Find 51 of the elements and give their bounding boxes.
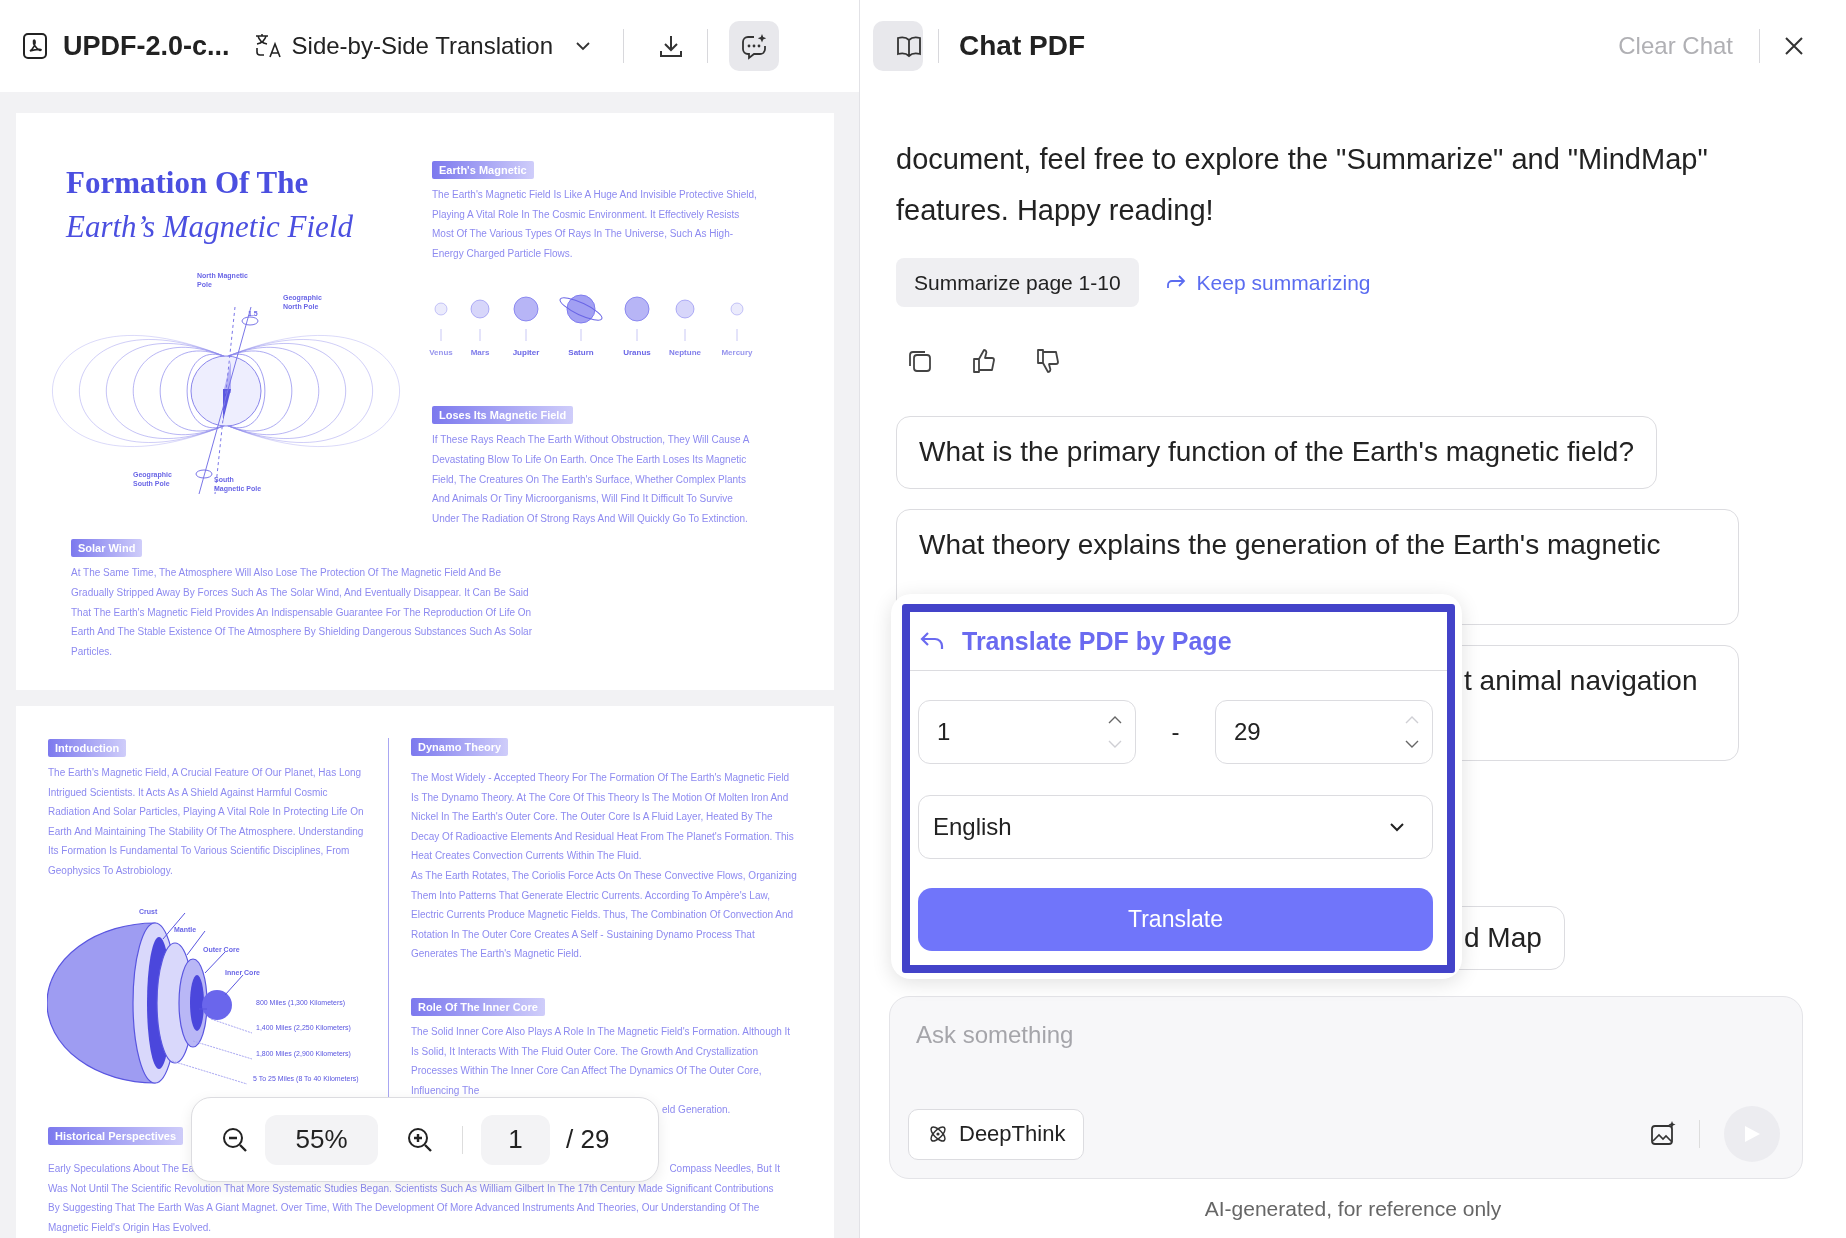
- section-tag: Loses Its Magnetic Field: [432, 406, 574, 425]
- section-tag: Introduction: [48, 739, 127, 757]
- section-tag: Role Of The Inner Core: [411, 997, 545, 1016]
- ask-input-field[interactable]: Ask something DeepThink: [889, 996, 1803, 1179]
- paragraph: The Most Widely - Accepted Theory For The Formation Of The Earth's Magnetic Field Is The Dynamo Theory. At The Core Of This Theory Is The Motion Of Molten Iron And Nickel In The Earth's Outer Core. The Outer Core Is A Fluid Layer, Heated By The Decay Of Radioactive Elements And Residual Heat From The Planet's Formation. This Heat Creates Convection Currents Within The Fluid.: [411, 771, 795, 864]
- paragraph-fragment: Compass Needles, But It: [669, 1162, 780, 1176]
- panel-title: Chat PDF: [959, 30, 1085, 62]
- page-number-field[interactable]: 29: [1215, 700, 1433, 764]
- translate-button[interactable]: Translate: [918, 888, 1433, 951]
- atom-icon: [927, 1123, 949, 1145]
- paragraph-fragment: eld Generation.: [662, 1103, 731, 1118]
- disclaimer-text: AI-generated, for reference only: [1203, 1195, 1503, 1222]
- language-dropdown[interactable]: English: [918, 795, 1433, 859]
- deepthink-toggle[interactable]: DeepThink: [908, 1108, 1085, 1160]
- chat-sparkle-icon: [740, 32, 768, 60]
- page-number-field[interactable]: 1: [481, 1114, 550, 1165]
- image-sparkle-icon[interactable]: [1649, 1120, 1677, 1148]
- chevron-up-icon[interactable]: [1107, 715, 1123, 725]
- document-heading: Formation Of The: [66, 164, 310, 202]
- zoom-level-field[interactable]: 55%: [265, 1114, 378, 1165]
- section-tag: Solar Wind: [71, 539, 143, 558]
- zoom-in-icon[interactable]: [406, 1125, 434, 1154]
- page-number-field[interactable]: 1: [918, 700, 1136, 764]
- keep-summarizing-link[interactable]: Keep summarizing: [1164, 270, 1371, 295]
- planets-drawing: Venus Mars Jupiter Saturn Uranus Neptune Mercury: [420, 291, 762, 362]
- thumbs-up-icon[interactable]: [970, 347, 998, 375]
- translate-icon: [253, 32, 282, 60]
- zoom-out-icon[interactable]: [221, 1125, 249, 1154]
- paragraph: The Earth's Magnetic Field Is Like A Huge And Invisible Protective Shield, Playing A Vital Role In The Cosmic Environment. It Effectively Resists Most Of The Various Types Of Rays In The Universe, Such As High-Energy Charged Particle Flows.: [432, 188, 758, 261]
- chevron-down-icon[interactable]: [1404, 739, 1420, 749]
- document-title: UPDF-2.0-c...: [63, 30, 230, 62]
- assistant-message: document, feel free to explore the "Summarize" and "MindMap" features. Happy reading!: [896, 142, 1709, 228]
- pdf-file-icon: [21, 32, 49, 60]
- document-heading: Earth’s Magnetic Field: [66, 208, 354, 246]
- translation-mode-dropdown[interactable]: Side-by-Side Translation: [253, 32, 593, 60]
- summarize-button[interactable]: Summarize page 1-10: [896, 258, 1139, 307]
- thumbs-down-icon[interactable]: [1034, 347, 1062, 375]
- reader-button[interactable]: [873, 21, 923, 71]
- ai-chat-button[interactable]: [729, 21, 779, 71]
- range-separator: -: [1170, 718, 1181, 746]
- paragraph: Was Not Until The Scientific Revolution That More Systematic Studies Began. Scientists Such As William Gilbert In The 17th Century Made Significant Contributions By Suggesting That The Earth Was A Giant Magnet. Over Time, With The Development Of More Advanced Instruments And Theories, Our Understanding Of The Magnetic Field's Origin Has Evolved.: [48, 1181, 775, 1235]
- page-total: / 29: [566, 1124, 610, 1155]
- paragraph: As The Earth Rotates, The Coriolis Force Acts On These Convective Flows, Organizing Them Into Patterns That Generate Electric Currents. According To Ampère's Law, Electric Currents Produce Magnetic Fields. Thus, The Combination Of Convection And Rotation In The Outer Core Creates A Self - Sustaining Dynamo Process That Generates The Earth's Magnetic Field.: [411, 868, 797, 962]
- suggested-question[interactable]: What is the primary function of the Earth's magnetic field?: [896, 416, 1657, 489]
- section-tag: Historical Perspectives: [48, 1127, 184, 1145]
- section-tag: Dynamo Theory: [411, 738, 509, 756]
- paragraph: The Earth's Magnetic Field, A Crucial Feature Of Our Planet, Has Long Intrigued Scientists. It Acts As A Shield Against Harmful Cosmic Radiation And Solar Particles, Playing A Vital Role In Protecting Life On Earth And Maintaining The Stability Of The Atmosphere. Understanding Its Formation Is Fundamental To Various Scientific Disciplines, From Geophysics To Astrobiology.: [48, 766, 365, 878]
- paragraph: If These Rays Reach The Earth Without Obstruction, They Will Cause A Devastating Blow To Life On Earth. Once The Earth Loses Its Magnetic Field, The Creatures On The Earth's Surface, Whether Complex Plants And Animals Or Tiny Microorganisms, Will Find It Difficult To Survive Under The Radiation Of Strong Rays And Will Quickly Go To Extinction.: [432, 433, 751, 526]
- section-tag: Earth's Magnetic: [432, 161, 534, 179]
- popup-title: Translate PDF by Page: [962, 626, 1232, 656]
- paragraph: At The Same Time, The Atmosphere Will Also Lose The Protection Of The Magnetic Field And Be Gradually Stripped Away By Forces Such As The Solar Wind, And Eventually Disappear. It Can Be Said That The Earth's Magnetic Field Provides An Indispensable Guarantee For The Reproduction Of Life On Earth And The Stable Existence Of The Atmosphere By Shielding Dangerous Substances Such As Solar Particles.: [71, 566, 533, 659]
